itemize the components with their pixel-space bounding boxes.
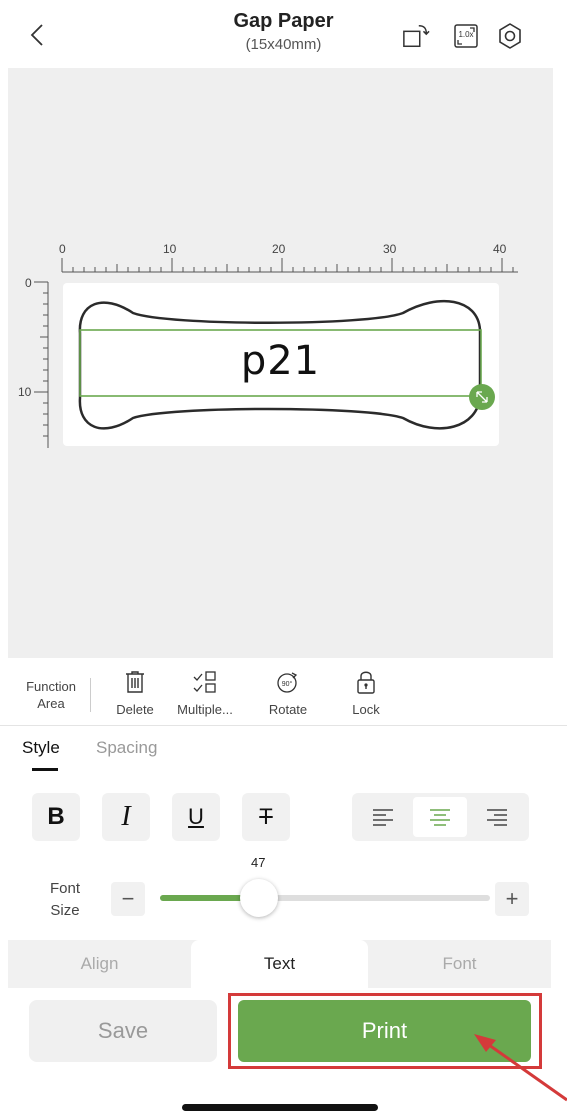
lock-icon	[357, 671, 375, 694]
settings-button[interactable]	[496, 22, 524, 50]
bottom-tabs: Align Text Font	[8, 940, 551, 988]
home-indicator	[182, 1104, 378, 1111]
align-right-button[interactable]	[470, 797, 524, 837]
tab-font[interactable]: Font	[368, 940, 551, 988]
rotate-canvas-icon	[403, 24, 430, 48]
multiple-select-button[interactable]: Multiple...	[170, 668, 240, 717]
font-size-increase-button[interactable]: +	[495, 882, 529, 916]
align-left-icon	[373, 809, 393, 826]
tab-indicator	[32, 768, 58, 771]
function-area-label: Function Area	[26, 679, 76, 711]
slider-thumb[interactable]	[240, 879, 278, 917]
rotate-canvas-button[interactable]	[402, 22, 430, 50]
resize-handle[interactable]	[469, 384, 495, 410]
lock-label: Lock	[352, 702, 380, 717]
font-size-slider[interactable]	[160, 895, 490, 901]
align-center-button[interactable]	[413, 797, 467, 837]
rotate-90-icon: 90°	[277, 672, 298, 693]
italic-button[interactable]: I	[102, 793, 150, 841]
multiple-label: Multiple...	[177, 702, 233, 717]
print-button[interactable]: Print	[238, 1000, 531, 1062]
zoom-level: 1.0x	[458, 30, 474, 39]
resize-icon	[476, 391, 488, 403]
font-size-decrease-button[interactable]: −	[111, 882, 145, 916]
rotate-button[interactable]: 90° Rotate	[253, 668, 323, 717]
font-size-value: 47	[251, 855, 266, 870]
tab-align[interactable]: Align	[8, 940, 191, 988]
strikethrough-button[interactable]: T	[242, 793, 290, 841]
delete-button[interactable]: Delete	[100, 668, 170, 717]
label-canvas[interactable]: 0 10 20 30 40 0 10 p21	[8, 68, 553, 658]
underline-button[interactable]: U	[172, 793, 220, 841]
font-size-label: Font Size	[49, 880, 80, 919]
function-area: Function Area Delete Multiple... 90° Rot…	[0, 660, 567, 726]
page-title: Gap Paper	[233, 10, 334, 32]
align-center-icon	[430, 809, 450, 826]
align-right-icon	[487, 809, 507, 826]
lock-button[interactable]: Lock	[331, 668, 401, 717]
save-button[interactable]: Save	[29, 1000, 217, 1062]
paper-size: (15x40mm)	[245, 36, 322, 53]
rotate-label: Rotate	[268, 702, 308, 717]
gear-icon	[499, 23, 521, 49]
delete-label: Delete	[116, 702, 154, 717]
tab-style[interactable]: Style	[22, 738, 60, 758]
label-border-shape	[78, 299, 482, 430]
multi-select-icon	[193, 671, 216, 693]
align-left-button[interactable]	[356, 797, 410, 837]
divider	[90, 678, 91, 712]
text-align-group	[352, 793, 529, 841]
bold-button[interactable]: B	[32, 793, 80, 841]
svg-text:90°: 90°	[282, 680, 293, 688]
tab-text[interactable]: Text	[191, 940, 368, 988]
tab-spacing[interactable]: Spacing	[96, 738, 157, 758]
zoom-button[interactable]: 1.0x	[452, 22, 480, 50]
header: Gap Paper (15x40mm) 1.0x	[0, 0, 567, 68]
label-text-object[interactable]: p21	[8, 338, 553, 384]
trash-icon	[126, 671, 144, 693]
